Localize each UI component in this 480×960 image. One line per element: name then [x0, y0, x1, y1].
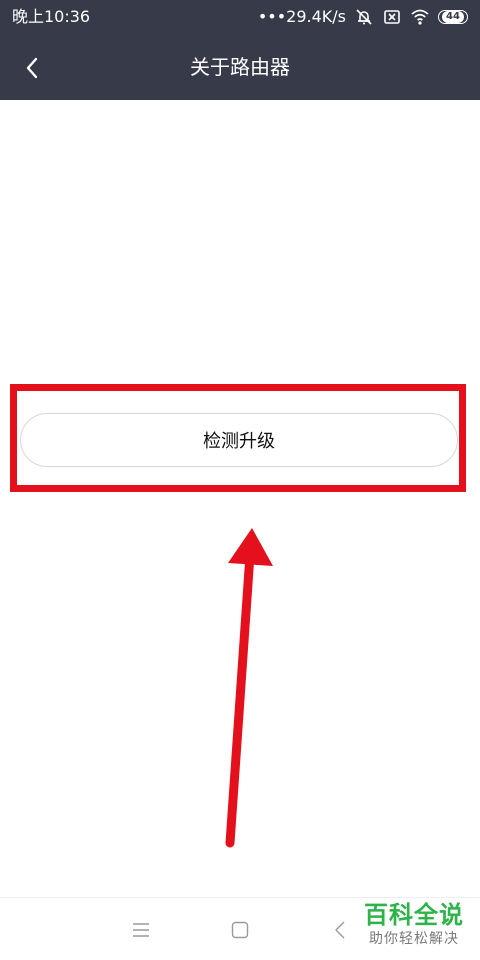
mute-bell-icon: [356, 9, 372, 25]
network-speed: •••29.4K/s: [257, 7, 346, 26]
back-key[interactable]: [328, 918, 352, 942]
back-arrow-icon: [335, 921, 345, 939]
status-bar: 晚上10:36 •••29.4K/s 44: [0, 0, 480, 34]
check-update-button[interactable]: 检测升级: [20, 413, 458, 467]
watermark: 百科全说 助你轻松解决: [352, 900, 476, 956]
battery-level: 44: [442, 11, 464, 23]
home-square-icon: [231, 921, 249, 939]
wifi-icon: [411, 9, 429, 25]
home-key[interactable]: [228, 918, 252, 942]
header: 关于路由器: [0, 34, 480, 100]
watermark-main: 百科全说: [364, 901, 464, 929]
no-sim-icon: [384, 10, 400, 24]
menu-icon: [133, 923, 149, 937]
status-icons: •••29.4K/s 44: [258, 6, 468, 28]
battery-icon: 44: [438, 10, 468, 24]
watermark-sub: 助你轻松解决: [369, 931, 459, 947]
menu-key[interactable]: [129, 918, 153, 942]
status-time: 晚上10:36: [12, 7, 91, 26]
page-title: 关于路由器: [190, 55, 290, 79]
